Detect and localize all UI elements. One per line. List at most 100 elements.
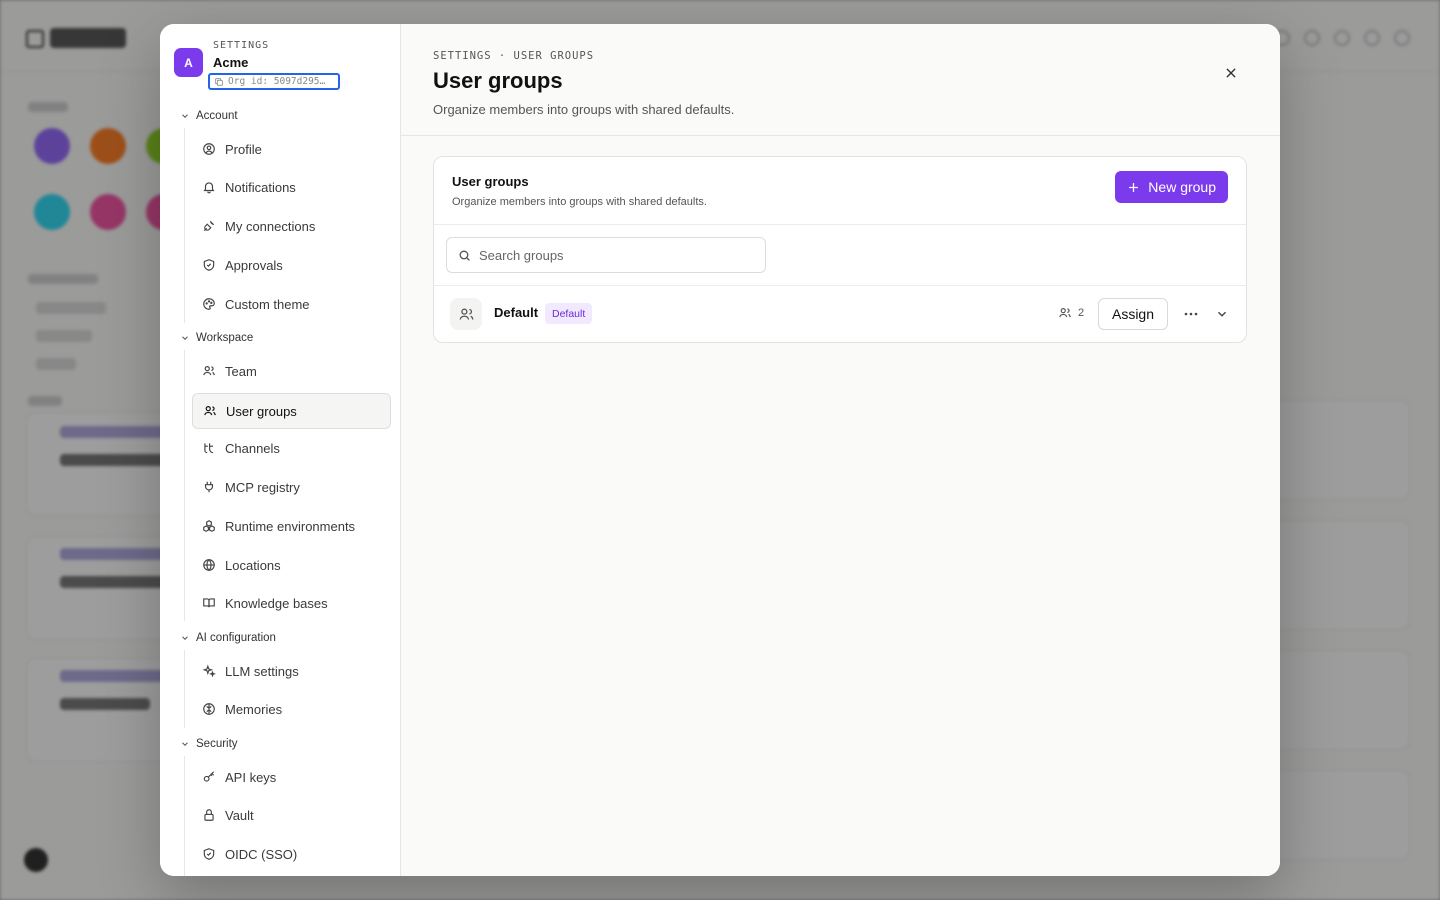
section-label: Workspace bbox=[196, 332, 254, 344]
page-description: Organize members into groups with shared… bbox=[433, 102, 735, 117]
brain-icon bbox=[203, 703, 215, 715]
sidebar-item-user-groups[interactable]: User groups bbox=[192, 393, 391, 429]
assign-button[interactable]: Assign bbox=[1098, 298, 1168, 330]
bell-icon bbox=[203, 182, 215, 194]
lock-icon bbox=[204, 809, 214, 821]
search-input[interactable] bbox=[479, 247, 739, 263]
section-toggle-workspace[interactable]: Workspace bbox=[180, 332, 253, 344]
sidebar-item-label: Approvals bbox=[225, 257, 283, 273]
sidebar-item-approvals[interactable]: Approvals bbox=[192, 247, 391, 283]
chevron-down-icon bbox=[1218, 311, 1226, 317]
section-toggle-account[interactable]: Account bbox=[180, 110, 238, 122]
sidebar-item-knowledge-bases[interactable]: Knowledge bases bbox=[192, 585, 391, 621]
new-group-button[interactable]: New group bbox=[1115, 171, 1228, 203]
sidebar-item-oidc-sso[interactable]: OIDC (SSO) bbox=[192, 836, 391, 872]
sidebar-item-label: Locations bbox=[225, 557, 281, 573]
chevron-down-icon bbox=[182, 636, 188, 640]
sidebar-item-label: My connections bbox=[225, 218, 316, 234]
sidebar-item-profile[interactable]: Profile bbox=[192, 131, 391, 167]
group-avatar bbox=[450, 298, 482, 330]
sidebar-item-label: MCP registry bbox=[225, 479, 300, 495]
default-badge: Default bbox=[545, 303, 593, 324]
sidebar-item-my-connections[interactable]: My connections bbox=[192, 208, 391, 244]
sparkles-icon bbox=[202, 664, 216, 678]
close-button[interactable] bbox=[1220, 62, 1242, 84]
sidebar-item-vault[interactable]: Vault bbox=[192, 797, 391, 833]
sidebar-item-team[interactable]: Team bbox=[192, 353, 391, 389]
sidebar-item-locations[interactable]: Locations bbox=[192, 547, 391, 583]
shield-check-icon bbox=[203, 259, 215, 271]
search-icon bbox=[459, 250, 470, 261]
page-title: User groups bbox=[433, 68, 563, 93]
users-icon bbox=[459, 308, 474, 320]
settings-sidebar: A SETTINGS Acme Org id: 5097d295… Accoun… bbox=[160, 24, 401, 876]
sidebar-item-label: Notifications bbox=[225, 179, 296, 195]
sidebar-item-label: API keys bbox=[225, 769, 277, 785]
sidebar-item-api-keys[interactable]: API keys bbox=[192, 759, 391, 795]
sidebar-item-notifications[interactable]: Notifications bbox=[192, 169, 391, 205]
shield-check-icon bbox=[203, 848, 215, 860]
close-icon bbox=[1226, 68, 1236, 78]
plug-icon bbox=[203, 220, 215, 232]
member-count-value: 2 bbox=[1078, 307, 1085, 319]
palette-icon bbox=[203, 298, 215, 310]
settings-modal: A SETTINGS Acme Org id: 5097d295… Accoun… bbox=[160, 24, 1280, 876]
user-circle-icon bbox=[203, 143, 215, 155]
section-toggle-ai-configuration[interactable]: AI configuration bbox=[180, 632, 276, 644]
sidebar-item-label: Custom theme bbox=[225, 296, 310, 312]
sidebar-item-custom-theme[interactable]: Custom theme bbox=[192, 286, 391, 322]
user-groups-card: User groups Organize members into groups… bbox=[433, 156, 1247, 343]
plug-icon bbox=[204, 481, 214, 493]
sidebar-item-label: Memories bbox=[225, 701, 283, 717]
sidebar-item-label: Profile bbox=[225, 141, 262, 157]
section-rail bbox=[184, 350, 185, 621]
channels-icon bbox=[204, 443, 214, 454]
member-count: 2 bbox=[1058, 306, 1084, 320]
card-divider bbox=[434, 285, 1246, 286]
card-description: Organize members into groups with shared… bbox=[452, 196, 707, 208]
new-group-label: New group bbox=[1148, 179, 1216, 195]
org-header: A SETTINGS Acme Org id: 5097d295… bbox=[174, 40, 340, 90]
sidebar-item-label: OIDC (SSO) bbox=[225, 846, 298, 862]
more-horizontal-icon bbox=[1184, 312, 1198, 316]
sidebar-item-label: Team bbox=[225, 363, 257, 379]
chevron-down-icon bbox=[182, 742, 188, 746]
org-id-text: Org id: 5097d295… bbox=[228, 76, 326, 87]
sidebar-kicker: SETTINGS bbox=[213, 40, 270, 51]
sidebar-item-mcp-registry[interactable]: MCP registry bbox=[192, 469, 391, 505]
boxes-icon bbox=[203, 520, 215, 532]
breadcrumb: SETTINGS · USER GROUPS bbox=[433, 50, 595, 62]
group-name: Default bbox=[494, 305, 539, 320]
section-rail bbox=[184, 756, 185, 876]
book-icon bbox=[203, 598, 215, 608]
users-icon bbox=[203, 366, 215, 376]
sidebar-item-memories[interactable]: Memories bbox=[192, 691, 391, 727]
card-title: User groups bbox=[452, 174, 529, 189]
more-actions-button[interactable] bbox=[1180, 304, 1202, 324]
plus-icon bbox=[1129, 182, 1139, 192]
sidebar-item-label: Channels bbox=[225, 440, 280, 456]
search-groups bbox=[446, 237, 766, 273]
section-rail bbox=[184, 128, 185, 323]
section-toggle-security[interactable]: Security bbox=[180, 738, 238, 750]
chevron-down-icon bbox=[182, 336, 188, 340]
header-divider bbox=[401, 135, 1280, 136]
section-label: Security bbox=[196, 738, 238, 750]
sidebar-item-llm-settings[interactable]: LLM settings bbox=[192, 653, 391, 689]
org-name: Acme bbox=[213, 55, 249, 70]
users-icon bbox=[204, 406, 216, 416]
sidebar-item-label: LLM settings bbox=[225, 663, 299, 679]
expand-group-button[interactable] bbox=[1211, 304, 1233, 324]
sidebar-item-label: Vault bbox=[225, 807, 254, 823]
sidebar-item-runtime-environments[interactable]: Runtime environments bbox=[192, 508, 391, 544]
copy-org-id-button[interactable]: Org id: 5097d295… bbox=[208, 73, 340, 90]
sidebar-item-label: User groups bbox=[226, 403, 297, 419]
sidebar-item-channels[interactable]: Channels bbox=[192, 430, 391, 466]
key-icon bbox=[203, 771, 215, 782]
card-divider bbox=[434, 224, 1246, 225]
chevron-down-icon bbox=[182, 114, 188, 118]
sidebar-item-label: Runtime environments bbox=[225, 518, 356, 534]
section-label: AI configuration bbox=[196, 632, 276, 644]
org-avatar: A bbox=[174, 48, 203, 77]
sidebar-item-label: Knowledge bases bbox=[225, 595, 328, 611]
